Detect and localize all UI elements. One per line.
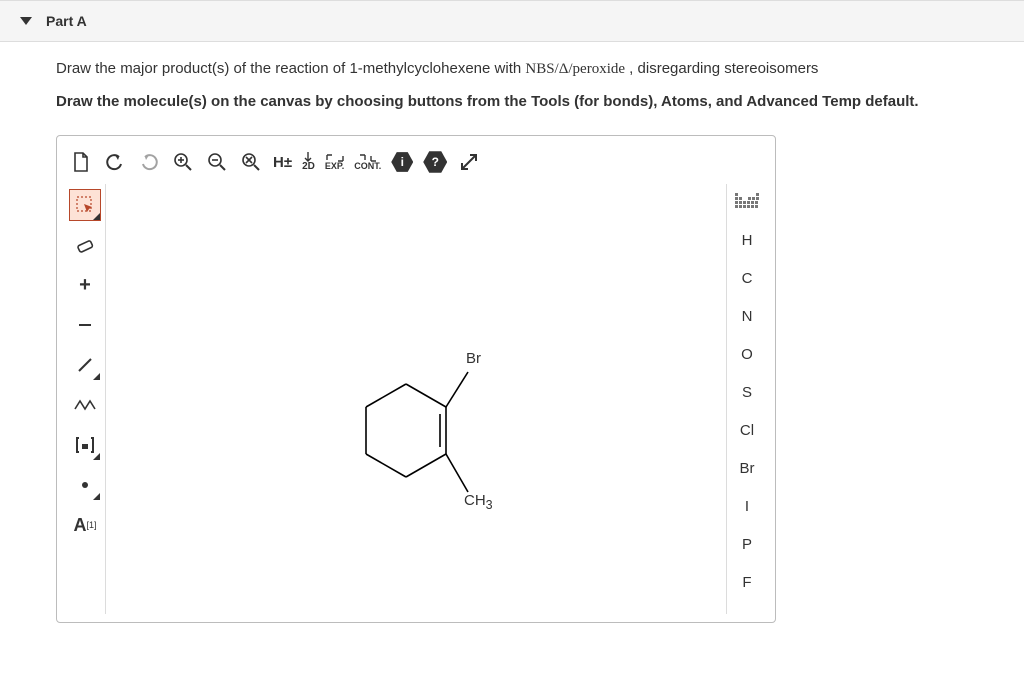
question-line-2: Draw the molecule(s) on the canvas by ch…: [56, 91, 968, 114]
atom-C-button[interactable]: C: [732, 266, 762, 290]
radical-tool[interactable]: [70, 470, 100, 500]
periodic-table-button[interactable]: [732, 190, 762, 214]
br-atom-label[interactable]: Br: [466, 350, 481, 367]
zoom-out-button[interactable]: [205, 150, 229, 174]
help-button[interactable]: ?: [423, 150, 447, 174]
chain-bond-tool[interactable]: [70, 390, 100, 420]
q1-text-b: , disregarding stereoisomers: [625, 60, 818, 77]
annotation-tool[interactable]: A[1]: [70, 510, 100, 540]
q1-reagent: NBS/Δ/peroxide: [525, 61, 625, 77]
redo-button[interactable]: [137, 150, 161, 174]
atom-P-button[interactable]: P: [732, 532, 762, 556]
two-d-button[interactable]: 2D: [302, 150, 315, 174]
atom-I-button[interactable]: I: [732, 494, 762, 518]
atom-F-button[interactable]: F: [732, 570, 762, 594]
atom-Cl-button[interactable]: Cl: [732, 418, 762, 442]
fullscreen-button[interactable]: [457, 150, 481, 174]
atom-O-button[interactable]: O: [732, 342, 762, 366]
decrease-charge-tool[interactable]: [70, 310, 100, 340]
undo-button[interactable]: [103, 150, 127, 174]
collapse-caret-icon[interactable]: [20, 17, 32, 25]
increase-charge-tool[interactable]: +: [70, 270, 100, 300]
bracket-tool[interactable]: [70, 430, 100, 460]
drawing-canvas[interactable]: Br CH3: [105, 184, 727, 614]
left-toolbar: + A[1]: [65, 184, 105, 614]
minus-icon: [79, 324, 91, 326]
contract-label: CONT.: [354, 162, 381, 171]
question-block: Draw the major product(s) of the reactio…: [0, 42, 1024, 121]
question-line-1: Draw the major product(s) of the reactio…: [56, 58, 968, 81]
hydrogen-toggle-button[interactable]: H±: [273, 150, 292, 174]
annotation-sup: [1]: [86, 520, 96, 530]
submenu-indicator-icon: [93, 493, 100, 500]
zoom-reset-button[interactable]: [239, 150, 263, 174]
marquee-select-tool[interactable]: [70, 190, 100, 220]
expand-button[interactable]: EXP.: [325, 150, 344, 174]
new-document-button[interactable]: [69, 150, 93, 174]
submenu-indicator-icon: [93, 373, 100, 380]
zoom-in-button[interactable]: [171, 150, 195, 174]
q1-text-a: Draw the major product(s) of the reactio…: [56, 60, 525, 77]
part-header[interactable]: Part A: [0, 0, 1024, 42]
right-toolbar: H C N O S Cl Br I P F: [727, 184, 767, 614]
annotation-A: A: [73, 515, 86, 536]
eraser-tool[interactable]: [70, 230, 100, 260]
atom-H-button[interactable]: H: [732, 228, 762, 252]
expand-label: EXP.: [325, 162, 344, 171]
structure-editor: H± 2D EXP. CONT. i ?: [56, 135, 776, 623]
info-button[interactable]: i: [391, 151, 413, 173]
ch3-group-label[interactable]: CH3: [464, 492, 493, 512]
atom-N-button[interactable]: N: [732, 304, 762, 328]
plus-icon: +: [79, 274, 91, 297]
submenu-indicator-icon: [93, 213, 100, 220]
top-toolbar: H± 2D EXP. CONT. i ?: [65, 144, 767, 184]
molecule-drawing[interactable]: Br CH3: [336, 344, 506, 557]
atom-S-button[interactable]: S: [732, 380, 762, 404]
part-title: Part A: [46, 13, 87, 29]
contract-button[interactable]: CONT.: [354, 150, 381, 174]
single-bond-tool[interactable]: [70, 350, 100, 380]
submenu-indicator-icon: [93, 453, 100, 460]
atom-Br-button[interactable]: Br: [732, 456, 762, 480]
two-d-label: 2D: [302, 162, 315, 172]
